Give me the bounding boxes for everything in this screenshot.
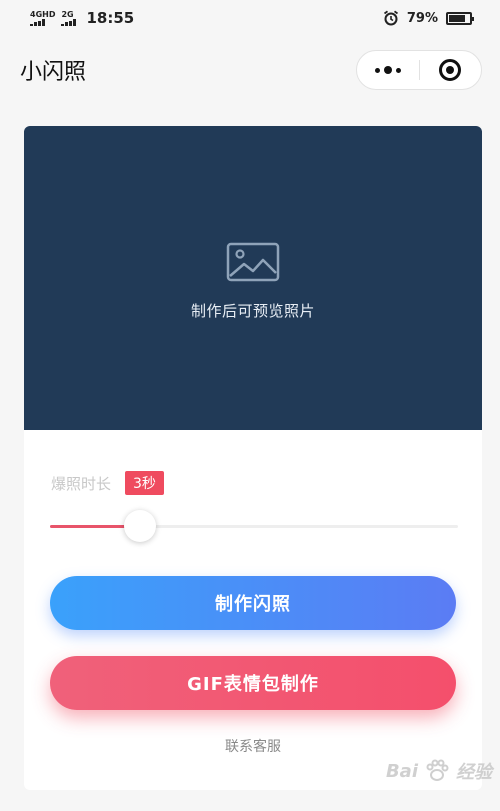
slider-thumb[interactable]: [123, 510, 156, 542]
duration-value-badge: 3秒: [125, 471, 164, 495]
image-placeholder-icon: [226, 242, 280, 281]
duration-row: 爆照时长 3秒: [51, 471, 164, 495]
status-left: 4GHD 2G 18:55: [30, 9, 134, 27]
network-indicator-1: 4GHD: [30, 9, 56, 26]
signal-icon: [61, 18, 77, 26]
more-icon: [374, 66, 401, 74]
contact-support-link[interactable]: 联系客服: [24, 736, 482, 756]
paw-logo-icon: [426, 759, 449, 781]
signal-icon: [30, 18, 45, 26]
make-flash-photo-button[interactable]: 制作闪照: [50, 576, 456, 630]
battery-fill: [449, 14, 465, 22]
page-title: 小闪照: [20, 60, 87, 85]
close-target-icon: [439, 59, 462, 81]
watermark: Bai 经验: [386, 756, 492, 786]
duration-slider[interactable]: [50, 510, 458, 542]
network-indicator-2: 2G: [61, 9, 77, 26]
network-label: 2G: [61, 9, 74, 19]
watermark-brand: 经验: [456, 762, 492, 783]
close-button[interactable]: [420, 51, 482, 89]
preview-hint: 制作后可预览照片: [190, 301, 315, 320]
battery-icon: [446, 11, 474, 25]
more-button[interactable]: [357, 51, 419, 89]
status-right: 79%: [383, 10, 474, 26]
mini-program-capsule: [356, 50, 482, 90]
network-label: 4GHD: [30, 9, 56, 19]
nav-bar: 小闪照: [0, 44, 500, 96]
status-bar: 4GHD 2G 18:55 79%: [0, 0, 500, 36]
alarm-icon: [383, 10, 398, 26]
watermark-text: Bai: [385, 760, 418, 782]
gif-sticker-button[interactable]: GIF表情包制作: [50, 656, 456, 710]
photo-preview: 制作后可预览照片: [24, 126, 482, 430]
duration-label: 爆照时长: [51, 474, 112, 493]
battery-percent: 79%: [406, 10, 438, 26]
main-card: 制作后可预览照片 爆照时长 3秒 制作闪照 GIF表情包制作 联系客服: [24, 126, 482, 790]
status-time: 18:55: [86, 9, 135, 27]
